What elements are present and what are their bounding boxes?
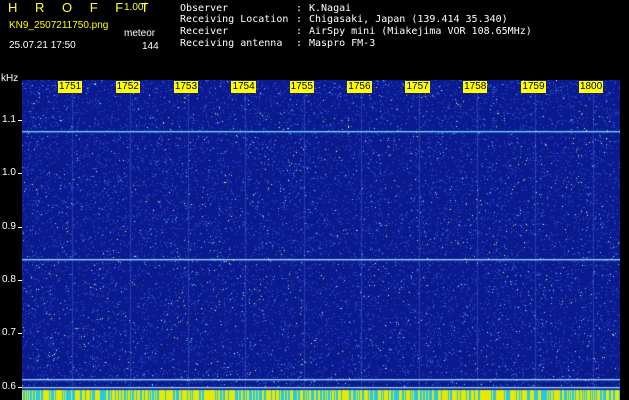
separator: : (296, 26, 303, 37)
separator: : (296, 14, 303, 25)
observer-value: K.Nagai (309, 3, 352, 14)
y-tick-label: 0.6 (2, 380, 16, 392)
waterfall-canvas (22, 80, 620, 400)
separator: : (296, 3, 303, 14)
mode-label: meteor (124, 28, 156, 39)
file-name: KN9_2507211750.png (9, 20, 109, 31)
antenna-label: Receiving antenna (180, 38, 283, 49)
detection-count: 144 (142, 41, 159, 52)
y-tick-label: 0.7 (2, 327, 16, 339)
location-value: Chigasaki, Japan (139.414 35.340) (309, 14, 508, 25)
separator: : (296, 38, 303, 49)
y-axis-unit: kHz (1, 73, 19, 84)
timestamp: 25.07.21 17:50 (9, 40, 76, 51)
y-tick-label: 0.8 (2, 274, 16, 285)
y-tick-label: 0.9 (2, 220, 16, 232)
y-tick-label: 1.0 (2, 167, 16, 179)
location-label: Receiving Location (180, 14, 289, 25)
observer-label: Observer (180, 3, 229, 14)
receiver-value: AirSpy mini (Miakejima VOR 108.65MHz) (309, 26, 532, 37)
antenna-value: Maspro FM-3 (309, 38, 376, 49)
y-tick-label: 1.1 (2, 114, 16, 125)
receiver-label: Receiver (180, 26, 229, 37)
spectrogram-plot (22, 80, 620, 400)
app-version: 1.00f (124, 2, 147, 13)
